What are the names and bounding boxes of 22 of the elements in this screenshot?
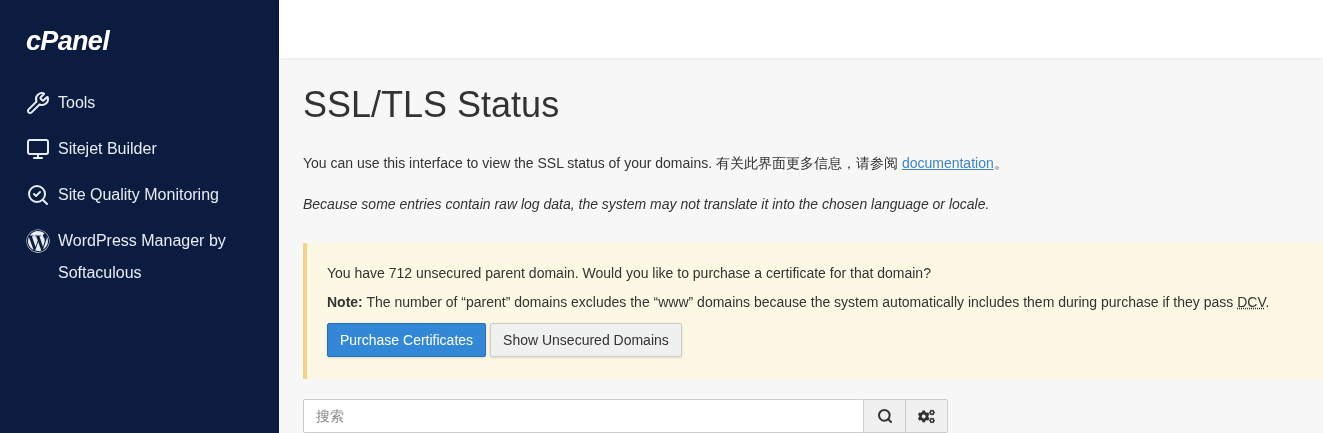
magnifier-check-icon	[26, 183, 50, 207]
notice-text: Because some entries contain raw log data, the system may not translate it into the chosen language or locale.	[303, 195, 990, 214]
sidebar-item[interactable]: Tools	[26, 87, 253, 119]
search-button[interactable]	[864, 399, 906, 433]
page-title: SSL/TLS Status	[303, 83, 560, 127]
purchase-button[interactable]: Purchase Certificates	[327, 323, 487, 357]
monitor-icon	[26, 137, 50, 161]
settings-icon	[918, 407, 935, 425]
search-field[interactable]: 搜索	[303, 399, 864, 433]
documentation-link[interactable]: documentation	[901, 155, 994, 171]
sidebar-item[interactable]: Site Quality Monitoring	[26, 179, 253, 211]
sidebar-item[interactable]: Sitejet Builder	[26, 133, 253, 165]
search-icon	[876, 408, 893, 424]
tools-icon	[26, 91, 50, 115]
settings-button[interactable]	[906, 399, 948, 433]
sidebar-item[interactable]: WordPress Manager by Softaculous	[26, 225, 253, 289]
alert-note: Note: The number of “parent” domains excludes the “www” domains because the system automatically includes them during purchase if they pass DCV.	[327, 293, 1270, 312]
logo[interactable]: cPanel	[26, 28, 109, 55]
wordpress-icon	[26, 229, 50, 253]
intro-text: You can use this interface to view the SSL status of your domains. 有关此界面更多信息，请参阅 documentation。	[303, 154, 1008, 173]
show-domains-button[interactable]: Show Unsecured Domains	[490, 323, 682, 357]
alert-message: You have 712 unsecured parent domain. Would you like to purchase a certificate for that domain?	[327, 264, 931, 283]
